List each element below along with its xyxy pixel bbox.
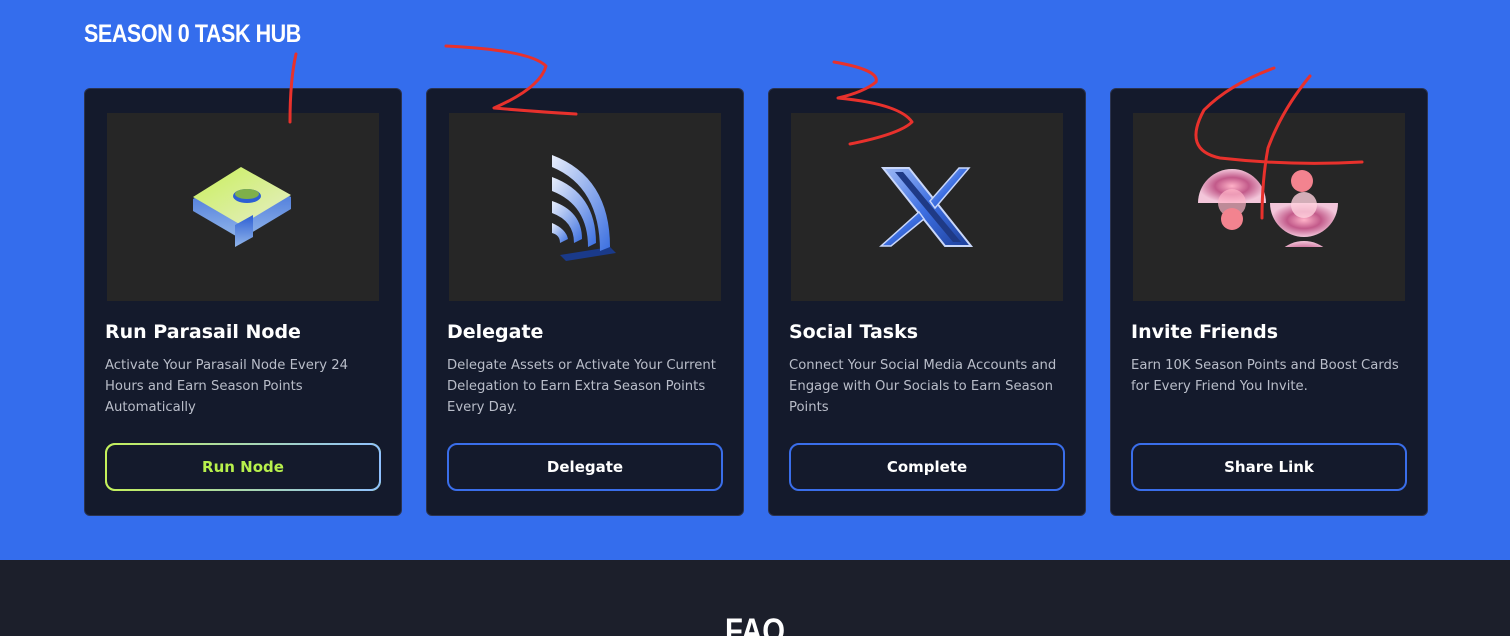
task-card-image bbox=[791, 113, 1063, 301]
faq-section: FAQ bbox=[0, 560, 1510, 636]
complete-button[interactable]: Complete bbox=[789, 443, 1065, 491]
delegate-button[interactable]: Delegate bbox=[447, 443, 723, 491]
task-card-delegate: Delegate Delegate Assets or Activate You… bbox=[426, 88, 744, 516]
task-card-title: Delegate bbox=[447, 321, 544, 343]
task-card-description: Delegate Assets or Activate Your Current… bbox=[447, 358, 716, 415]
invite-friends-icon bbox=[1198, 169, 1338, 247]
task-card-description: Activate Your Parasail Node Every 24 Hou… bbox=[105, 358, 349, 415]
task-card-title: Run Parasail Node bbox=[105, 321, 301, 343]
task-card-social: Social Tasks Connect Your Social Media A… bbox=[768, 88, 1086, 516]
parasail-node-icon bbox=[193, 167, 291, 247]
delegate-signal-icon bbox=[552, 155, 616, 261]
run-node-button[interactable]: Run Node bbox=[105, 443, 381, 491]
task-card-image bbox=[449, 113, 721, 301]
task-card-run-node: Run Parasail Node Activate Your Parasail… bbox=[84, 88, 402, 516]
task-card-image bbox=[107, 113, 379, 301]
share-link-button[interactable]: Share Link bbox=[1131, 443, 1407, 491]
hub-title: Season 0 Task Hub bbox=[84, 20, 301, 48]
task-card-invite: Invite Friends Earn 10K Season Points an… bbox=[1110, 88, 1428, 516]
task-card-image bbox=[1133, 113, 1405, 301]
task-card-description: Connect Your Social Media Accounts and E… bbox=[789, 358, 1057, 415]
task-card-description: Earn 10K Season Points and Boost Cards f… bbox=[1131, 358, 1399, 394]
task-card-title: Social Tasks bbox=[789, 321, 919, 343]
x-logo-icon bbox=[879, 167, 974, 247]
task-hub-section: Season 0 Task Hub bbox=[0, 0, 1510, 560]
faq-title: FAQ bbox=[724, 612, 786, 636]
task-card-title: Invite Friends bbox=[1131, 321, 1279, 343]
